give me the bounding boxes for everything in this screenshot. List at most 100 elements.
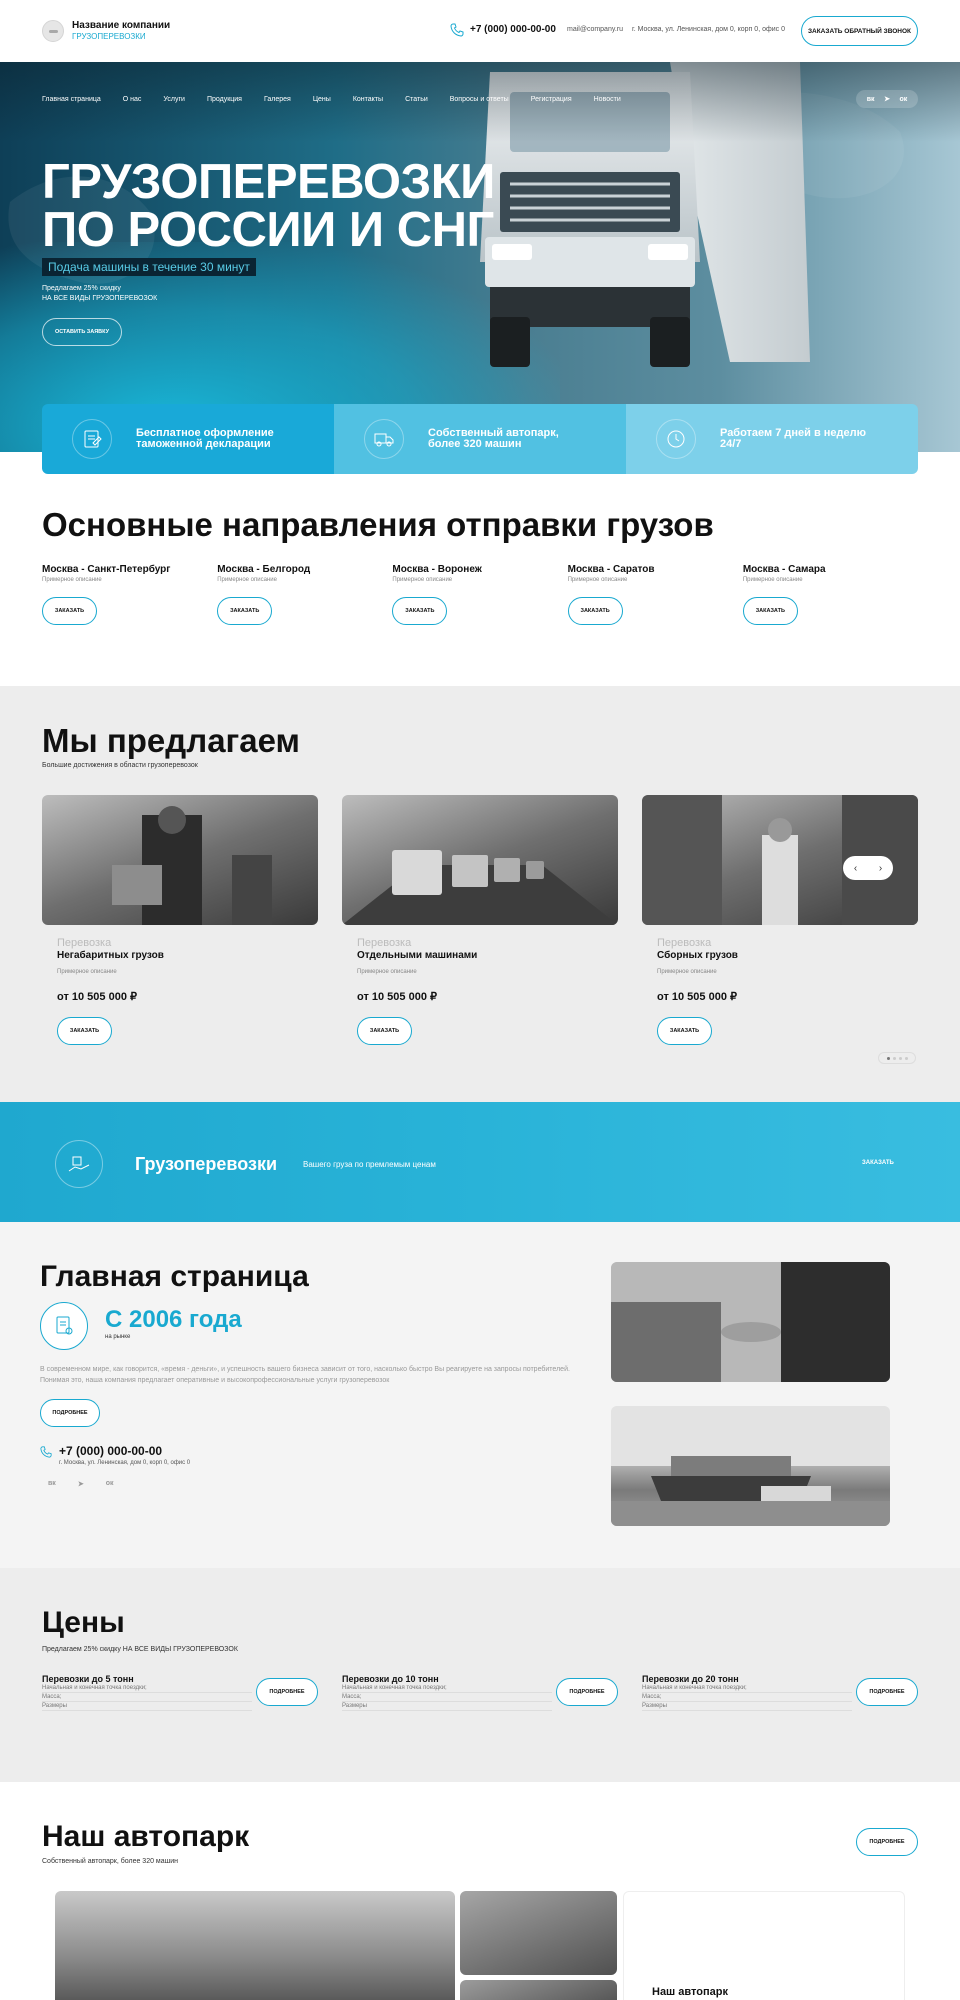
- since-year: С 2006 года: [105, 1306, 242, 1333]
- nav-item-services[interactable]: Услуги: [163, 96, 185, 103]
- odnoklassniki-icon[interactable]: ок: [106, 1480, 114, 1488]
- site-header: Название компании ГРУЗОПЕРЕВОЗКИ +7 (000…: [0, 0, 960, 62]
- fleet-card[interactable]: Наш автопарк: [623, 1891, 905, 2000]
- offer-card-category: Перевозка: [357, 937, 412, 949]
- feature-card: Работаем 7 дней в неделю 24/7: [626, 404, 918, 474]
- nav-item-about[interactable]: О нас: [123, 96, 142, 103]
- fleet-title: Наш автопарк: [42, 1820, 250, 1853]
- direction-name: Москва - Белгород: [217, 564, 311, 575]
- about-address: г. Москва, ул. Ленинская, дом 0, корп 0,…: [59, 1460, 191, 1466]
- more-button[interactable]: ПОДРОБНЕЕ: [40, 1399, 100, 1427]
- offer-card: Перевозка Негабаритных грузов Примерное …: [42, 795, 318, 1045]
- about-text: В современном мире, как говорится, «врем…: [40, 1366, 570, 1384]
- order-button[interactable]: ЗАКАЗАТЬ: [42, 597, 97, 625]
- slider-arrows: ‹ ›: [843, 856, 893, 880]
- hero-title-line2: ПО РОССИИ И СНГ: [42, 203, 494, 257]
- price-list: Перевозки до 5 тонн Начальная и конечная…: [42, 1674, 918, 1716]
- fleet-card-title: Наш автопарк: [652, 1986, 728, 1998]
- offer-card-body: Перевозка Негабаритных грузов Примерное …: [42, 937, 318, 1045]
- pagination-dot[interactable]: [898, 1056, 902, 1060]
- pagination-dot[interactable]: [904, 1056, 908, 1060]
- telegram-icon[interactable]: ➤: [884, 95, 890, 103]
- nav-item-contacts[interactable]: Контакты: [353, 96, 383, 103]
- nav-item-home[interactable]: Главная страница: [42, 96, 101, 103]
- order-button[interactable]: ЗАКАЗАТЬ: [392, 597, 448, 625]
- prices-title: Цены: [42, 1606, 125, 1639]
- about-socials: вк ➤ ок: [48, 1480, 113, 1488]
- main-nav: Главная страница О нас Услуги Продукция …: [42, 96, 621, 103]
- fleet-image-large[interactable]: [55, 1891, 455, 2000]
- banner-order-link[interactable]: ЗАКАЗАТЬ: [862, 1160, 894, 1166]
- order-button[interactable]: ЗАКАЗАТЬ: [567, 597, 623, 625]
- offer-cards: Перевозка Негабаритных грузов Примерное …: [42, 795, 918, 1045]
- fleet-subtitle: Собственный автопарк, более 320 машин: [42, 1858, 179, 1865]
- fleet-section: Наш автопарк Собственный автопарк, более…: [0, 1782, 960, 2000]
- offer-card-image[interactable]: [42, 795, 318, 925]
- hero-title-line1: ГРУЗОПЕРЕВОЗКИ: [42, 155, 495, 209]
- arrow-prev-icon[interactable]: ‹: [854, 863, 857, 874]
- telegram-icon[interactable]: ➤: [78, 1480, 84, 1488]
- prices-subtitle: Предлагаем 25% скидку НА ВСЕ ВИДЫ ГРУЗОП…: [42, 1646, 238, 1653]
- nav-item-products[interactable]: Продукция: [207, 96, 242, 103]
- fleet-image-small[interactable]: [460, 1980, 617, 2000]
- nav-item-news[interactable]: Новости: [594, 96, 621, 103]
- certificate-icon: [40, 1302, 88, 1350]
- leave-request-button[interactable]: ОСТАВИТЬ ЗАЯВКУ: [42, 318, 122, 346]
- price-detail: Размеры: [42, 1702, 252, 1711]
- customs-declaration-icon: [72, 419, 112, 459]
- banner-subtitle: Вашего груза по премлемым ценам: [303, 1160, 436, 1169]
- order-button[interactable]: ЗАКАЗАТЬ: [57, 1017, 112, 1045]
- nav-item-registration[interactable]: Регистрация: [531, 96, 572, 103]
- order-button[interactable]: ЗАКАЗАТЬ: [357, 1017, 412, 1045]
- pagination-dot[interactable]: [886, 1056, 890, 1060]
- price-more-button[interactable]: ПОДРОБНЕЕ: [856, 1678, 918, 1706]
- direction-desc: Примерное описание: [392, 577, 453, 583]
- offer-card-name: Сборных грузов: [657, 950, 738, 961]
- header-phone[interactable]: +7 (000) 000-00-00: [470, 24, 556, 35]
- odnoklassniki-icon[interactable]: ок: [899, 96, 907, 103]
- feature-text: Бесплатное оформление таможенной деклара…: [136, 427, 274, 450]
- offer-card-image[interactable]: [342, 795, 618, 925]
- hero-section: Главная страница О нас Услуги Продукция …: [0, 62, 960, 452]
- offer-section: Мы предлагаем Большие достижения в облас…: [0, 686, 960, 1102]
- price-item: Перевозки до 20 тонн Начальная и конечна…: [642, 1674, 918, 1716]
- header-email[interactable]: mail@company.ru: [567, 26, 623, 33]
- nav-item-gallery[interactable]: Галерея: [264, 96, 291, 103]
- company-name[interactable]: Название компании: [72, 20, 170, 31]
- order-button[interactable]: ЗАКАЗАТЬ: [742, 597, 798, 625]
- direction-name: Москва - Самара: [742, 564, 826, 575]
- vk-icon[interactable]: вк: [48, 1480, 56, 1488]
- nav-item-faq[interactable]: Вопросы и ответы: [450, 96, 509, 103]
- offer-card: Перевозка Сборных грузов Примерное описа…: [642, 795, 918, 1045]
- offer-card-category: Перевозка: [657, 937, 712, 949]
- feature-card: Собственный автопарк, более 320 машин: [334, 404, 626, 474]
- offer-card-price: от 10 505 000 ₽: [357, 991, 437, 1003]
- price-more-button[interactable]: ПОДРОБНЕЕ: [256, 1678, 318, 1706]
- hero-promo-line2: НА ВСЕ ВИДЫ ГРУЗОПЕРЕВОЗОК: [42, 295, 158, 302]
- order-button[interactable]: ЗАКАЗАТЬ: [657, 1017, 712, 1045]
- fleet-image-small[interactable]: [460, 1891, 617, 1975]
- price-more-button[interactable]: ПОДРОБНЕЕ: [556, 1678, 618, 1706]
- offer-title: Мы предлагаем: [42, 722, 300, 759]
- logo-icon[interactable]: [42, 20, 64, 42]
- direction-item: Москва - Самара Примерное описание ЗАКАЗ…: [742, 564, 918, 625]
- hero-socials: вк ➤ ок: [856, 90, 918, 108]
- callback-button[interactable]: ЗАКАЗАТЬ ОБРАТНЫЙ ЗВОНОК: [801, 16, 918, 46]
- nav-item-articles[interactable]: Статьи: [405, 96, 428, 103]
- nav-item-prices[interactable]: Цены: [313, 96, 331, 103]
- offer-card-body: Перевозка Отдельными машинами Примерное …: [342, 937, 618, 1045]
- arrow-next-icon[interactable]: ›: [879, 863, 882, 874]
- directions-list: Москва - Санкт-Петербург Примерное описа…: [42, 564, 918, 625]
- vk-icon[interactable]: вк: [867, 96, 875, 103]
- feature-cards: Бесплатное оформление таможенной деклара…: [42, 404, 918, 474]
- about-phone[interactable]: +7 (000) 000-00-00: [59, 1444, 162, 1458]
- pagination-dot[interactable]: [892, 1056, 896, 1060]
- clock-24-icon: [656, 419, 696, 459]
- order-button[interactable]: ЗАКАЗАТЬ: [217, 597, 273, 625]
- hero-promo: Предлагаем 25% скидку НА ВСЕ ВИДЫ ГРУЗОП…: [42, 284, 157, 304]
- header-address: г. Москва, ул. Ленинская, дом 0, корп 0,…: [632, 26, 785, 33]
- fleet-more-button[interactable]: ПОДРОБНЕЕ: [856, 1828, 918, 1856]
- offer-card-desc: Примерное описание: [357, 969, 417, 975]
- slider-pagination: [878, 1052, 916, 1064]
- price-detail: Начальная и конечная точка поездки;: [342, 1684, 552, 1693]
